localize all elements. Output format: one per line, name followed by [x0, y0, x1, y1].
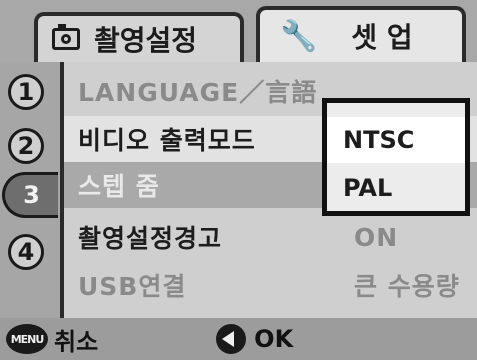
menu-row-label: 촬영설정경고 [78, 224, 223, 253]
menu-row-label: 스텝 줌 [78, 172, 160, 201]
menu-row-label: LANGUAGE／言語 [78, 78, 318, 107]
camera-icon [52, 24, 80, 50]
menu-row-label: 비디오 출력모드 [78, 126, 256, 155]
ok-label: OK [254, 325, 294, 353]
wrench-icon: 🔧 [280, 18, 318, 54]
menu-button-icon[interactable]: MENU [6, 324, 48, 354]
option-pal[interactable]: PAL [327, 165, 465, 211]
left-arrow-button-icon[interactable] [216, 324, 247, 354]
tab-shooting-settings[interactable]: 촬영설정 [34, 12, 244, 62]
tab-shooting-settings-label: 촬영설정 [94, 24, 198, 57]
menu-row-label: USB연결 [78, 272, 187, 301]
menu-row-shoot-warning[interactable]: 촬영설정경고 ON [64, 214, 477, 260]
menu-row-value: ON [354, 222, 399, 252]
page-2-indicator[interactable]: 2 [8, 128, 44, 164]
video-output-dropdown: NTSC PAL [322, 98, 470, 216]
option-ntsc[interactable]: NTSC [327, 117, 465, 163]
cancel-label: 취소 [54, 327, 99, 356]
page-1-indicator[interactable]: 1 [8, 74, 44, 110]
page-rail: 1 2 3 4 [0, 62, 60, 318]
menu-row-value: 큰 수용량 [354, 272, 460, 301]
page-3-indicator[interactable]: 3 [2, 172, 58, 218]
tab-setup[interactable]: 🔧 셋 업 [256, 6, 466, 62]
tab-bar: 촬영설정 🔧 셋 업 [0, 0, 477, 62]
bottom-bar: MENU 취소 OK [0, 318, 477, 360]
tab-setup-label: 셋 업 [351, 21, 413, 54]
page-4-indicator[interactable]: 4 [8, 234, 44, 270]
menu-row-usb[interactable]: USB연결 큰 수용량 [64, 262, 477, 308]
